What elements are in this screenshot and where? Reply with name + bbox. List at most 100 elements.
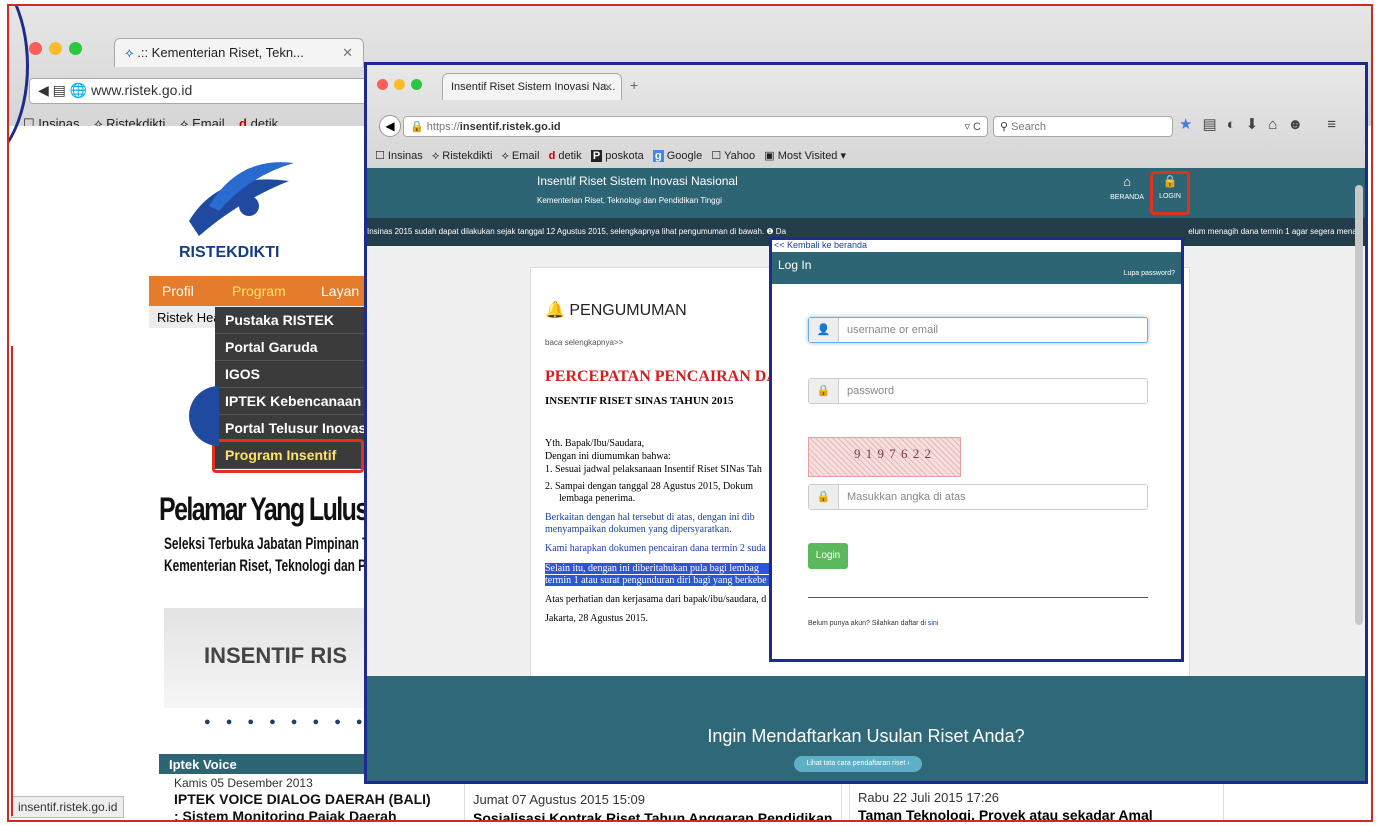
ann-date: Jakarta, 28 Agustus 2015. <box>545 613 649 624</box>
minimize-button[interactable] <box>49 42 62 55</box>
search-icon: ⚲ <box>1000 121 1012 133</box>
front-search-bar[interactable]: ⚲ Search <box>993 116 1173 137</box>
front-zoom-button[interactable] <box>411 79 422 90</box>
front-tab-title: Insentif Riset Sistem Inovasi Na... <box>451 81 616 93</box>
captcha-input[interactable]: 🔒 Masukkan angka di atas <box>808 484 1148 510</box>
register-prompt: Belum punya akun? Silahkan daftar di sin… <box>808 620 939 627</box>
login-panel: << Kembali ke beranda Log In Lupa passwo… <box>769 237 1184 662</box>
front-browser-window: Insentif Riset Sistem Inovasi Na... ✕ + … <box>364 62 1368 784</box>
bookmark-ristekdikti[interactable]: ⟡ Ristekdikti <box>432 150 492 162</box>
announcement-title: PERCEPATAN PENCAIRAN DANA <box>545 368 801 385</box>
menu-pustaka-ristek[interactable]: Pustaka RISTEK <box>215 307 367 334</box>
bookmark-star-icon: ★ <box>1179 116 1203 133</box>
ann-blue-1: Berkaitan dengan hal tersebut di atas, d… <box>545 512 755 523</box>
lock-icon: 🔒 <box>809 485 839 509</box>
front-minimize-button[interactable] <box>394 79 405 90</box>
bookmark-detik[interactable]: d detik <box>549 150 582 162</box>
ticker-text-right: elum menagih dana termin 1 agar segera m… <box>1188 227 1363 236</box>
menu-igos[interactable]: IGOS <box>215 361 367 388</box>
back-banner: INSENTIF RIS <box>164 608 364 708</box>
ristek-logo-icon <box>189 162 294 236</box>
callout-bracket-left <box>9 346 13 816</box>
user-icon: 👤 <box>809 318 839 342</box>
iptek-title[interactable]: IPTEK VOICE DIALOG DAERAH (BALI) <box>174 791 431 807</box>
front-url-bar[interactable]: 🔒 https://insentif.ristek.go.id ▿ C <box>403 116 988 137</box>
screenshot-frame: ⟡ .:: Kementerian Riset, Tekn... ✕ ◀ ▤ 🌐… <box>7 4 1373 822</box>
ann-item-1: 1. Sesuai jadwal pelaksanaan Insentif Ri… <box>545 464 762 475</box>
back-url-text: www.ristek.go.id <box>91 82 193 98</box>
ann-greeting: Yth. Bapak/Ibu/Saudara, <box>545 438 645 449</box>
news-3-title: Taman Teknologi, Proyek atau sekadar Ama… <box>858 807 1153 822</box>
nav-program[interactable]: Program <box>232 283 286 299</box>
home-icon: ⌂ <box>1123 174 1131 189</box>
front-bookmarks: ☐ Insinas ⟡ Ristekdikti ⟡ Email d detik … <box>375 149 846 163</box>
bookmark-email[interactable]: ⟡ Email <box>502 150 540 162</box>
bookmark-insinas[interactable]: ☐ Insinas <box>375 150 423 162</box>
carousel-dots[interactable]: ● ● ● ● ● ● ● ● ● <box>204 716 390 728</box>
read-more-link[interactable]: baca selengkapnya>> <box>545 338 623 347</box>
zoom-button[interactable] <box>69 42 82 55</box>
ticker-text-left: Insinas 2015 sudah dapat dilakukan sejak… <box>367 227 787 236</box>
back-arrow-icon[interactable]: ◀ ▤ 🌐 <box>38 82 91 98</box>
ristek-logo-area: RISTEKDIKTI <box>149 126 364 276</box>
ristek-logo-text: RISTEKDIKTI <box>179 244 280 261</box>
close-button[interactable] <box>29 42 42 55</box>
page-scrollbar[interactable] <box>1355 185 1363 625</box>
bookmark-poskota[interactable]: P poskota <box>590 150 644 162</box>
back-url-bar[interactable]: ◀ ▤ 🌐 www.ristek.go.id <box>29 78 369 104</box>
password-input[interactable]: 🔒 password <box>808 378 1148 404</box>
nav-profil[interactable]: Profil <box>162 283 194 299</box>
menu-portal-telusur[interactable]: Portal Telusur Inovas <box>215 415 367 442</box>
news-card-2[interactable]: Jumat 07 Agustus 2015 15:09 Sosialisasi … <box>464 781 842 820</box>
site-subtitle: Kementerian Riset, Teknologi dan Pendidi… <box>537 196 722 205</box>
site-title: Insentif Riset Sistem Inovasi Nasional <box>537 174 738 188</box>
lock-icon: 🔒 <box>410 121 427 133</box>
login-button[interactable]: Login <box>808 543 848 569</box>
back-to-home-link[interactable]: << Kembali ke beranda <box>774 240 867 250</box>
menu-portal-garuda[interactable]: Portal Garuda <box>215 334 367 361</box>
new-tab-icon[interactable]: + <box>630 77 638 93</box>
register-link[interactable]: sini <box>928 620 939 627</box>
status-bar-url: insentif.ristek.go.id <box>11 796 125 818</box>
captcha-image: 9 1 9 7 6 2 2 <box>808 437 961 477</box>
ann-highlight-1: Selain itu, dengan ini diberitahukan pul… <box>545 563 775 574</box>
footer-button[interactable]: Lihat tata cara pendaftaran riset › <box>794 756 922 772</box>
login-divider <box>808 597 1148 598</box>
footer-heading: Ingin Mendaftarkan Usulan Riset Anda? <box>707 726 1025 746</box>
ann-blue-1b: menyampaikan dokumen yang dipersyaratkan… <box>545 524 732 535</box>
announcement-heading: 🔔 PENGUMUMAN <box>545 302 687 319</box>
nav-layanan[interactable]: Layan <box>321 283 359 299</box>
news-card-3[interactable]: Rabu 22 Juli 2015 17:26 Taman Teknologi,… <box>849 781 1224 822</box>
iptek-title-line2[interactable]: : Sistem Monitoring Pajak Daerah <box>174 808 397 820</box>
front-tab[interactable]: Insentif Riset Sistem Inovasi Na... ✕ <box>442 73 622 100</box>
toolbar-icons[interactable]: ★▤◐⬇⌂☻ ≡ <box>1179 115 1346 133</box>
bookmark-google[interactable]: g Google <box>652 150 702 162</box>
close-tab-icon[interactable]: ✕ <box>342 45 353 61</box>
front-browser-chrome: Insentif Riset Sistem Inovasi Na... ✕ + … <box>367 65 1365 170</box>
highlight-program-insentif <box>212 439 364 473</box>
menu-iptek-kebencanaan[interactable]: IPTEK Kebencanaan <box>215 388 367 415</box>
login-title: Log In <box>778 258 812 272</box>
username-input[interactable]: 👤 username or email <box>808 317 1148 343</box>
front-close-button[interactable] <box>377 79 388 90</box>
ann-intro: Dengan ini diumumkan bahwa: <box>545 451 671 462</box>
nav-beranda[interactable]: ⌂ BERANDA <box>1107 174 1147 201</box>
back-arrow-icon[interactable]: ◀ <box>379 115 401 137</box>
lock-icon: 🔒 <box>809 379 839 403</box>
close-tab-icon[interactable]: ✕ <box>604 81 613 94</box>
forgot-password-link[interactable]: Lupa password? <box>1124 270 1175 277</box>
captcha-text: 9 1 9 7 6 2 2 <box>854 446 932 461</box>
ann-item-2: 2. Sampai dengan tanggal 28 Agustus 2015… <box>545 481 754 492</box>
banner-logo-fragment <box>189 386 219 446</box>
bookmark-yahoo[interactable]: ☐ Yahoo <box>711 150 755 162</box>
login-header: Log In Lupa password? <box>772 252 1181 284</box>
ristek-icon: ⟡ <box>125 45 138 60</box>
bookmark-most-visited[interactable]: ▣ Most Visited ▾ <box>764 150 846 162</box>
back-tab-title: .:: Kementerian Riset, Tekn... <box>137 45 304 60</box>
ann-item-2b: lembaga penerima. <box>559 493 636 504</box>
site-footer: Ingin Mendaftarkan Usulan Riset Anda? Li… <box>367 676 1365 781</box>
reload-icon[interactable]: ▿ C <box>964 120 981 133</box>
back-tab[interactable]: ⟡ .:: Kementerian Riset, Tekn... ✕ <box>114 38 364 67</box>
bell-icon: 🔔 <box>545 302 565 319</box>
iptek-voice-header: Iptek Voice <box>159 754 364 774</box>
